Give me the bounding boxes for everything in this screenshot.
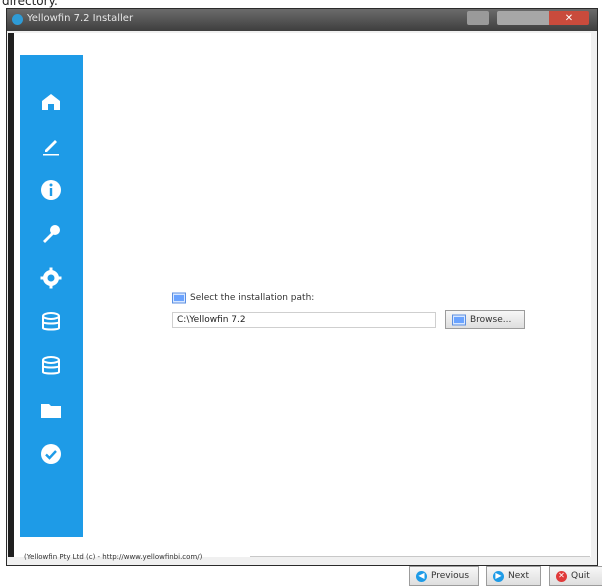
folder-icon [39, 398, 63, 422]
quit-button[interactable]: ✕ Quit [549, 566, 602, 586]
quit-icon: ✕ [556, 570, 567, 582]
info-icon [39, 178, 63, 202]
window-title: Yellowfin 7.2 Installer [27, 13, 134, 24]
database-stack-icon [39, 354, 63, 378]
previous-arrow-icon: ◀ [416, 570, 427, 582]
window-controls: ✕ [467, 11, 589, 27]
browse-label: Browse... [470, 314, 512, 325]
next-button[interactable]: ▶ Next [486, 566, 541, 586]
maximize-button[interactable] [523, 11, 549, 25]
next-arrow-icon: ▶ [493, 570, 504, 582]
cropped-top-strip: directory. [0, 0, 602, 8]
next-label: Next [508, 571, 529, 581]
pen-icon [39, 134, 63, 158]
folder-picker-icon [172, 292, 186, 304]
installer-window: Yellowfin 7.2 Installer ✕ Select the ins… [6, 8, 602, 586]
left-border [8, 33, 14, 557]
yellowfin-logo-icon [12, 14, 23, 25]
minimize-button[interactable] [497, 11, 523, 25]
close-button[interactable]: ✕ [549, 11, 589, 25]
previous-button[interactable]: ◀ Previous [409, 566, 479, 586]
browse-button[interactable]: Browse... [445, 310, 525, 329]
installation-path-label: Select the installation path: [172, 291, 314, 305]
folder-picker-icon [452, 314, 466, 325]
cropped-text: directory. [2, 0, 58, 8]
steps-sidebar [20, 55, 83, 537]
home-icon [39, 90, 63, 114]
installation-path-text: Select the installation path: [190, 293, 315, 303]
window-menu-button[interactable] [467, 11, 489, 25]
close-icon: ✕ [564, 12, 574, 24]
previous-label: Previous [431, 571, 470, 581]
gear-icon [39, 266, 63, 290]
installer-client-area: Select the installation path: Browse... … [8, 33, 602, 586]
key-icon [39, 222, 63, 246]
window-caption-buttons: ✕ [497, 11, 589, 25]
title-bar[interactable]: Yellowfin 7.2 Installer ✕ [7, 9, 597, 31]
database-icon [39, 310, 63, 334]
footer-credit: (Yellowfin Pty Ltd (c) - http://www.yell… [24, 553, 203, 561]
installation-path-input[interactable] [172, 312, 436, 328]
check-icon [39, 442, 63, 466]
footer-divider [250, 556, 590, 557]
quit-label: Quit [571, 571, 590, 581]
